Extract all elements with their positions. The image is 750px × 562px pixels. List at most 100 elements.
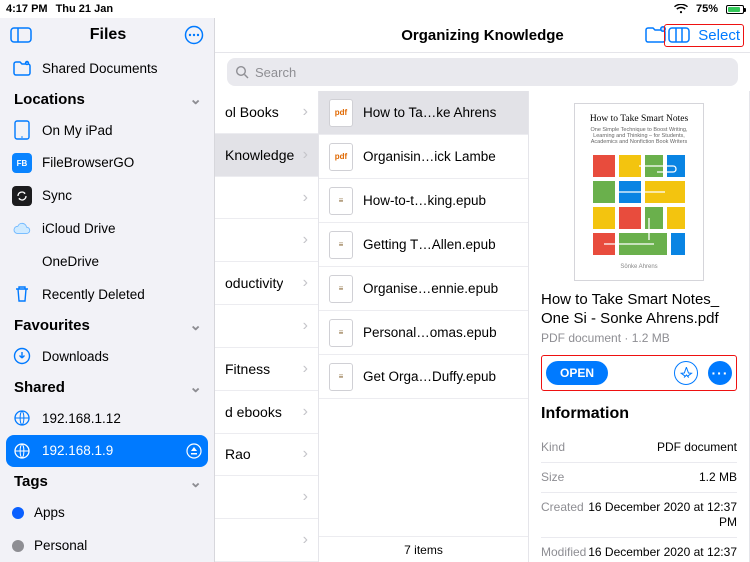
chevron-right-icon: › [303,189,308,207]
folder-row[interactable]: › [215,476,318,519]
folder-row[interactable]: Rao› [215,434,318,477]
chevron-right-icon: › [303,274,308,292]
sidebar-item-onedrive[interactable]: OneDrive [0,245,214,278]
sidebar-toggle-icon[interactable] [10,27,32,43]
status-time: 4:17 PM [6,3,48,15]
status-bar: 4:17 PM Thu 21 Jan 75% [0,0,750,18]
open-button[interactable]: OPEN [546,361,608,385]
chevron-right-icon: › [303,488,308,506]
more-icon[interactable] [184,25,204,45]
svg-text:+: + [26,62,28,66]
folder-row[interactable]: Knowledge› [215,134,318,177]
folder-row[interactable]: › [215,219,318,262]
info-row: Size1.2 MB [541,463,737,493]
chevron-right-icon: › [303,103,308,121]
section-favourites[interactable]: Favourites⌄ [0,311,214,340]
sidebar-tag-personal[interactable]: Personal [0,529,214,562]
eject-icon[interactable] [186,443,202,459]
chevron-right-icon: › [303,403,308,421]
battery-icon [726,5,744,14]
file-title: How to Take Smart Notes_ One Si - Sonke … [541,291,737,329]
chevron-down-icon: ⌄ [189,473,202,491]
sidebar-tag-apps[interactable]: Apps [0,496,214,529]
preview-pane: How to Take Smart Notes One Simple Techn… [529,91,750,562]
file-row[interactable]: ≡Get Orga…Duffy.epub [319,355,528,399]
battery-pct: 75% [696,3,718,15]
chevron-down-icon: ⌄ [189,378,202,396]
globe-icon [12,441,32,461]
file-icon: pdf [329,143,353,171]
sync-icon [12,186,32,206]
file-icon: pdf [329,99,353,127]
page-title: Organizing Knowledge [401,27,564,44]
sidebar-item-filebrowsergo[interactable]: FBFileBrowserGO [0,147,214,180]
file-row[interactable]: ≡Organise…ennie.epub [319,267,528,311]
sidebar: Files + Shared Documents Locations ⌄ On … [0,18,215,562]
file-icon: ≡ [329,363,353,391]
sidebar-item-sync[interactable]: Sync [0,179,214,212]
chevron-right-icon: › [303,445,308,463]
chevron-right-icon: › [303,146,308,164]
folder-row[interactable]: Fitness› [215,348,318,391]
folder-row[interactable]: d ebooks› [215,391,318,434]
ipad-icon [12,120,32,140]
action-row-highlight: OPEN ··· [541,355,737,391]
info-row: Created16 December 2020 at 12:37 PM [541,493,737,538]
search-icon [235,65,249,79]
section-shared[interactable]: Shared⌄ [0,373,214,402]
section-tags[interactable]: Tags⌄ [0,467,214,496]
sidebar-item-server-2[interactable]: 192.168.1.9 [6,435,208,468]
info-row: Modified16 December 2020 at 12:37 PM [541,538,737,562]
chevron-down-icon: ⌄ [189,316,202,334]
section-locations[interactable]: Locations ⌄ [0,85,214,114]
folder-row[interactable]: › [215,519,318,562]
item-count: 7 items [319,536,528,562]
sidebar-shared-documents[interactable]: + Shared Documents [0,52,214,85]
globe-icon [12,408,32,428]
chevron-right-icon: › [303,360,308,378]
folder-row[interactable]: › [215,305,318,348]
file-meta: PDF document · 1.2 MB [541,331,737,345]
columns-view-icon[interactable] [668,27,690,43]
chevron-down-icon: ⌄ [189,90,202,108]
folder-row[interactable]: oductivity› [215,262,318,305]
file-row[interactable]: pdfHow to Ta…ke Ahrens [319,91,528,135]
markup-icon[interactable] [674,361,698,385]
cover-art [589,153,689,258]
select-button[interactable]: Select [698,27,740,44]
header-right-highlight: Select [664,24,744,47]
svg-text:FB: FB [17,159,28,168]
trash-icon [12,284,32,304]
file-thumbnail: How to Take Smart Notes One Simple Techn… [574,103,704,281]
download-icon [12,346,32,366]
sidebar-item-icloud[interactable]: iCloud Drive [0,212,214,245]
tag-dot [12,540,24,552]
status-date: Thu 21 Jan [56,3,113,15]
file-row[interactable]: ≡How-to-t…king.epub [319,179,528,223]
file-row[interactable]: ≡Getting T…Allen.epub [319,223,528,267]
file-row[interactable]: pdfOrganisin…ick Lambe [319,135,528,179]
search-placeholder: Search [255,65,296,80]
information-heading: Information [541,405,737,423]
filebrowser-icon: FB [12,153,32,173]
file-row[interactable]: ≡Personal…omas.epub [319,311,528,355]
info-row: KindPDF document [541,433,737,463]
more-actions-icon[interactable]: ··· [708,361,732,385]
wifi-icon [674,4,688,14]
column-folders: ol Books›Knowledge›››oductivity››Fitness… [215,91,319,562]
tag-dot [12,507,24,519]
folder-row[interactable]: ol Books› [215,91,318,134]
sidebar-item-downloads[interactable]: Downloads [0,340,214,373]
chevron-right-icon: › [303,531,308,549]
chevron-right-icon: › [303,317,308,335]
file-icon: ≡ [329,187,353,215]
file-icon: ≡ [329,319,353,347]
search-input[interactable]: Search [227,58,738,86]
chevron-right-icon: › [303,231,308,249]
sidebar-item-on-my-ipad[interactable]: On My iPad [0,114,214,147]
file-icon: ≡ [329,231,353,259]
cloud-icon [12,219,32,239]
sidebar-item-server-1[interactable]: 192.168.1.12 [0,402,214,435]
sidebar-item-recently-deleted[interactable]: Recently Deleted [0,278,214,311]
folder-row[interactable]: › [215,177,318,220]
